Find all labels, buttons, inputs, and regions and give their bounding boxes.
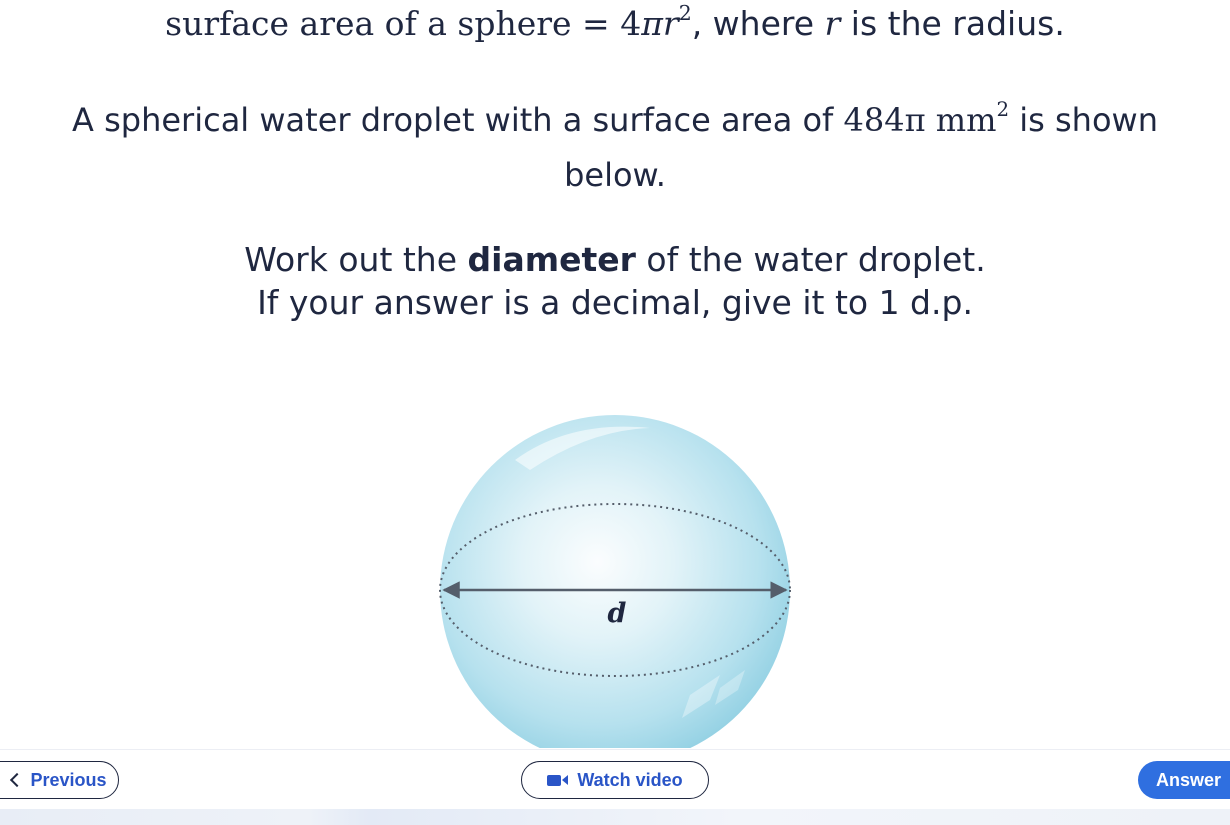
sphere-body [440,415,790,748]
formula-equals: = 4 [571,4,642,43]
formula-suffix: is the radius. [840,4,1065,43]
sphere-diagram: d [439,415,791,748]
radius-symbol-2: r [824,4,841,43]
instruction-bold: diameter [467,240,636,279]
chevron-left-icon [10,772,25,788]
question-instruction: Work out the diameter of the water dropl… [0,240,1230,279]
instruction-prefix: Work out the [244,240,468,279]
pi-symbol: π [641,4,663,43]
answer-label: Answer [1156,769,1222,790]
bottom-navigation-bar: Previous Watch video Answer [0,749,1230,810]
answer-button[interactable]: Answer [1138,761,1230,799]
video-camera-icon [547,774,569,786]
footer-strip [0,809,1230,825]
question-rounding-note: If your answer is a decimal, give it to … [257,283,973,322]
instruction-suffix: of the water droplet. [635,240,986,279]
formula-line: surface area of a sphere = 4πr2, where r… [0,0,1230,43]
previous-label: Previous [30,769,107,790]
exponent: 2 [678,0,692,25]
formula-separator: , where [691,4,825,43]
watch-video-button[interactable]: Watch video [521,761,709,799]
question-text-suffix: is shown [1009,101,1158,139]
formula-prefix: surface area of a sphere [165,4,572,43]
watch-video-label: Watch video [577,769,683,790]
question-text: A spherical water droplet with a surface… [72,101,844,139]
question-line-below: below. [564,156,666,194]
previous-button[interactable]: Previous [0,761,119,799]
diameter-label: d [608,598,627,629]
surface-area-value: 484π mm [843,101,997,139]
surface-area-exponent: 2 [996,98,1010,122]
question-line-surface-area: A spherical water droplet with a surface… [0,98,1230,139]
radius-symbol: r [662,4,679,43]
